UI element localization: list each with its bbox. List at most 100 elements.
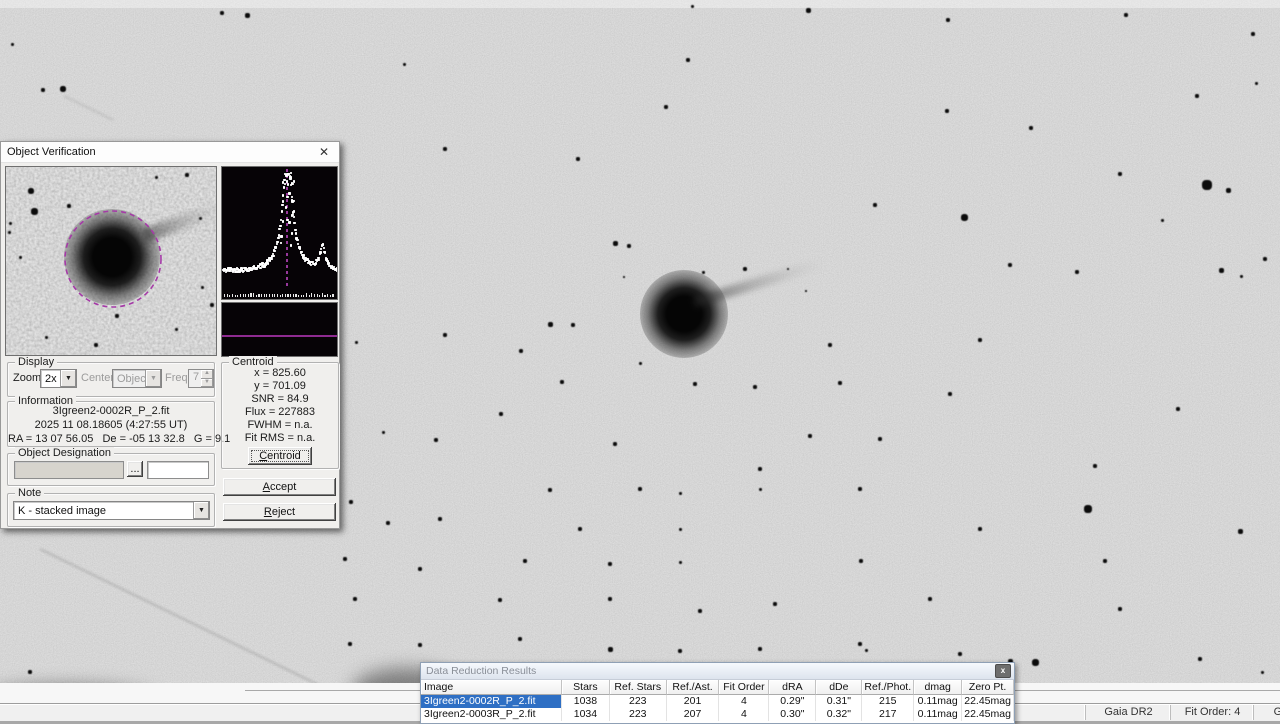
star [859, 559, 863, 563]
star [743, 267, 747, 271]
object-thumbnail-image[interactable] [5, 166, 217, 356]
star [1176, 407, 1180, 411]
drr-column-header[interactable]: Ref./Phot. [862, 680, 914, 695]
drr-column-header[interactable]: Ref. Stars [610, 680, 667, 695]
table-cell[interactable]: 4 [719, 695, 769, 708]
table-cell[interactable]: 223 [610, 708, 667, 721]
star [1008, 263, 1012, 267]
star [443, 333, 447, 337]
psf-point [282, 200, 284, 202]
table-cell[interactable]: 0.30" [769, 708, 816, 721]
table-row[interactable]: 3Igreen2-0002R_P_2.fit103822320140.29"0.… [421, 695, 1014, 708]
table-cell[interactable]: 1034 [562, 708, 610, 721]
ov-dialog-title: Object Verification [1, 146, 309, 158]
star [1075, 270, 1079, 274]
axis-tick [303, 295, 304, 297]
psf-point [281, 210, 283, 212]
drr-results-table[interactable]: ImageStarsRef. StarsRef./Ast.Fit OrderdR… [421, 680, 1014, 721]
drr-column-header[interactable]: dRA [769, 680, 816, 695]
psf-profile-plot [221, 166, 338, 300]
display-group: Display Zoom 2x ▼ Center Object ▼ Freq 7… [7, 362, 215, 397]
table-row[interactable]: 3Igreen2-0003R_P_2.fit103422320740.30"0.… [421, 708, 1014, 721]
table-cell[interactable]: 22.45mag [962, 695, 1014, 708]
designation-field[interactable] [14, 461, 124, 479]
drr-column-header[interactable]: Stars [562, 680, 610, 695]
drr-column-header[interactable]: Fit Order [719, 680, 769, 695]
star [349, 500, 353, 504]
table-cell[interactable]: 3Igreen2-0002R_P_2.fit [421, 695, 562, 708]
drr-column-header[interactable]: dmag [914, 680, 962, 695]
table-cell[interactable]: 217 [862, 708, 914, 721]
table-cell[interactable]: 1038 [562, 695, 610, 708]
status-cell: Gaia DR2 [1085, 705, 1171, 720]
drr-close-button[interactable]: x [995, 664, 1011, 678]
table-cell[interactable]: 223 [610, 695, 667, 708]
table-cell[interactable]: 3Igreen2-0003R_P_2.fit [421, 708, 562, 721]
psf-point [297, 243, 299, 245]
note-dropdown-arrow-icon[interactable]: ▼ [193, 502, 209, 519]
center-value: Object [113, 373, 145, 385]
centroid-value: FWHM = n.a. [222, 419, 338, 432]
table-cell[interactable]: 215 [862, 695, 914, 708]
zoom-dropdown-arrow-icon[interactable]: ▼ [60, 370, 76, 387]
star [865, 649, 868, 652]
psf-point [322, 243, 324, 245]
star [878, 437, 882, 441]
star [1251, 32, 1255, 36]
star [753, 385, 757, 389]
reject-button[interactable]: Reject [223, 503, 336, 521]
table-cell[interactable]: 22.45mag [962, 708, 1014, 721]
star [1263, 257, 1267, 261]
star [1219, 268, 1224, 273]
ov-title-bar[interactable]: Object Verification ✕ [1, 142, 339, 163]
data-reduction-results-window[interactable]: Data Reduction Results x ImageStarsRef. … [420, 662, 1015, 724]
drr-column-header[interactable]: Zero Pt. [962, 680, 1014, 695]
ov-close-icon[interactable]: ✕ [309, 145, 339, 159]
psf-point [293, 216, 295, 218]
accept-button[interactable]: Accept [223, 478, 336, 496]
designation-field-2[interactable] [147, 461, 209, 479]
zoom-value: 2x [41, 373, 60, 385]
table-cell[interactable]: 207 [667, 708, 720, 721]
psf-point [292, 214, 294, 216]
centroid-value: Fit RMS = n.a. [222, 432, 338, 445]
table-cell[interactable]: 0.29" [769, 695, 816, 708]
psf-point [293, 222, 295, 224]
drr-title-bar[interactable]: Data Reduction Results x [421, 663, 1014, 680]
star [348, 642, 352, 646]
table-cell[interactable]: 4 [719, 708, 769, 721]
table-cell[interactable]: 0.11mag [914, 695, 962, 708]
axis-tick [287, 294, 288, 297]
table-cell[interactable]: 0.32" [816, 708, 862, 721]
table-cell[interactable]: 0.31" [816, 695, 862, 708]
comet-object[interactable] [640, 270, 728, 358]
centroid-button[interactable]: Centroid [248, 447, 312, 465]
star [519, 349, 523, 353]
axis-tick [237, 295, 238, 297]
table-cell[interactable]: 0.11mag [914, 708, 962, 721]
psf-point [287, 183, 289, 185]
star [443, 147, 447, 151]
object-verification-dialog[interactable]: Object Verification ✕ Display Zoom 2x [0, 141, 340, 529]
psf-point [272, 255, 274, 257]
star [418, 643, 422, 647]
table-cell[interactable]: 201 [667, 695, 720, 708]
zoom-dropdown[interactable]: 2x ▼ [40, 369, 77, 388]
psf-point [285, 206, 287, 208]
freq-spinner-arrows: ▲▼ [201, 370, 213, 387]
zoom-label: Zoom [13, 372, 41, 384]
axis-tick [324, 295, 325, 297]
drr-column-header[interactable]: dDe [816, 680, 862, 695]
drr-column-header[interactable]: Ref./Ast. [667, 680, 720, 695]
status-cell: G m [1253, 705, 1280, 720]
axis-tick [232, 294, 233, 297]
psf-point [296, 239, 298, 241]
psf-point [278, 228, 280, 230]
note-dropdown[interactable]: K - stacked image ▼ [13, 501, 210, 520]
star [608, 562, 612, 566]
drr-column-header[interactable]: Image [421, 680, 562, 695]
designation-browse-button[interactable]: ... [127, 461, 143, 477]
axis-tick [229, 295, 230, 297]
axis-tick [243, 294, 244, 297]
star [11, 43, 14, 46]
